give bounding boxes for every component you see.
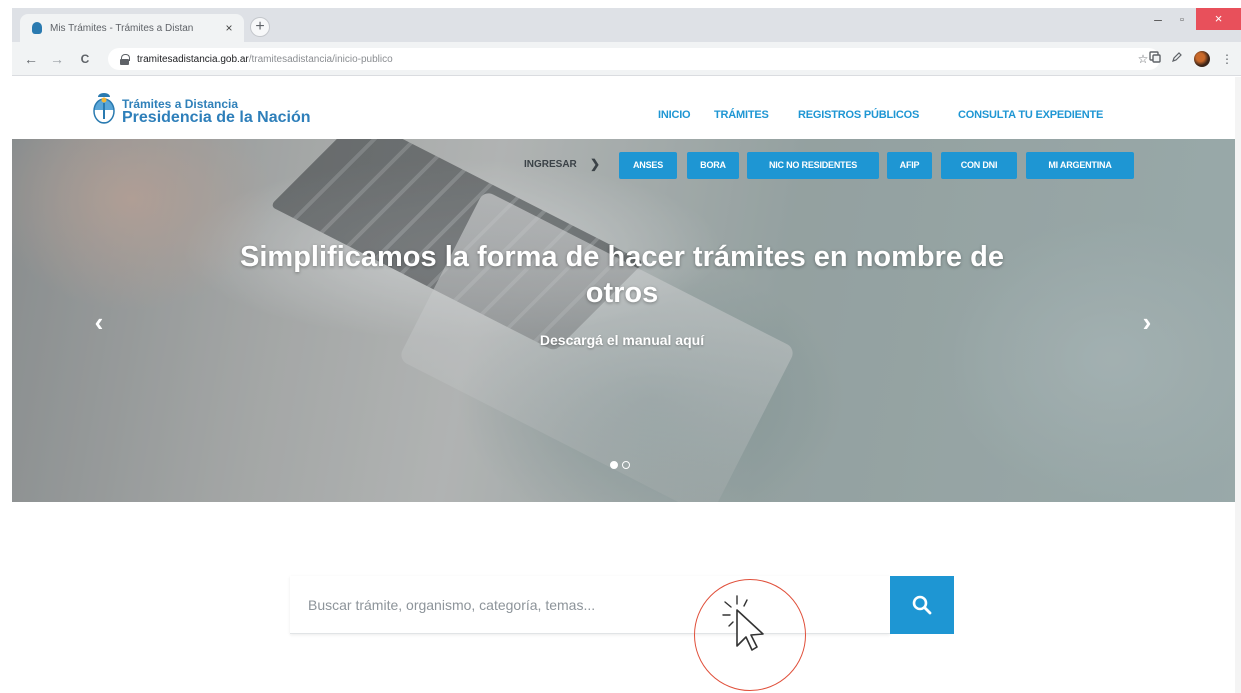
browser-tab[interactable]: Mis Trámites - Trámites a Distan × — [20, 14, 244, 42]
nav-inicio[interactable]: INICIO — [658, 109, 691, 121]
chevron-right-icon: ❯ — [590, 157, 601, 171]
carousel-dot-2[interactable] — [622, 461, 630, 469]
url-host: tramitesadistancia.gob.ar — [137, 53, 249, 65]
reload-icon[interactable]: C — [76, 50, 94, 68]
ingresar-label: INGRESAR — [524, 159, 577, 170]
carousel-prev-icon[interactable]: ‹ — [84, 307, 114, 337]
quick-link-mi-argentina[interactable]: MI ARGENTINA — [1026, 152, 1134, 179]
quick-link-bora[interactable]: BORA — [687, 152, 739, 179]
nav-consulta-expediente[interactable]: CONSULTA TU EXPEDIENTE — [958, 109, 1103, 121]
search-button[interactable] — [890, 576, 954, 634]
browser-window: Mis Trámites - Trámites a Distan × + – ▫… — [12, 8, 1241, 693]
hero-overlay — [12, 139, 1241, 502]
carousel-dot-1[interactable] — [610, 461, 618, 469]
hero-carousel: INGRESAR ❯ ANSES BORA NIC NO RESIDENTES … — [12, 139, 1241, 502]
tab-title: Mis Trámites - Trámites a Distan — [50, 22, 194, 34]
hero-manual-link[interactable]: Descargá el manual aquí — [422, 332, 822, 348]
window-close-button[interactable]: × — [1196, 8, 1241, 30]
quick-link-con-dni[interactable]: CON DNI — [941, 152, 1017, 179]
profile-avatar-icon[interactable] — [1194, 51, 1210, 67]
quick-link-afip[interactable]: AFIP — [887, 152, 932, 179]
page-scrollbar[interactable] — [1235, 77, 1241, 693]
logo-subtitle[interactable]: Presidencia de la Nación — [122, 109, 311, 127]
lock-icon — [120, 53, 130, 65]
site-header: Trámites a Distancia Presidencia de la N… — [12, 77, 1241, 139]
tab-strip: Mis Trámites - Trámites a Distan × + – ▫… — [12, 8, 1241, 42]
window-maximize-button[interactable]: ▫ — [1172, 12, 1192, 30]
back-arrow-icon[interactable]: ← — [22, 50, 40, 68]
nav-registros-publicos[interactable]: REGISTROS PÚBLICOS — [798, 109, 919, 121]
browser-toolbar: ← → C tramitesadistancia.gob.ar /tramite… — [12, 42, 1241, 76]
quick-link-anses[interactable]: ANSES — [619, 152, 677, 179]
url-path: /tramitesadistancia/inicio-publico — [248, 53, 393, 65]
argentina-emblem-icon — [93, 93, 115, 124]
tab-close-icon[interactable]: × — [222, 21, 236, 35]
window-minimize-button[interactable]: – — [1148, 12, 1168, 30]
nav-tramites[interactable]: TRÁMITES — [714, 109, 769, 121]
carousel-next-icon[interactable]: › — [1132, 307, 1162, 337]
hero-title: Simplificamos la forma de hacer trámites… — [240, 241, 1004, 309]
quick-link-nic-no-residentes[interactable]: NIC NO RESIDENTES — [747, 152, 879, 179]
new-tab-button[interactable]: + — [250, 17, 270, 37]
pen-icon[interactable] — [1168, 50, 1186, 68]
extension-icon[interactable] — [1146, 50, 1164, 68]
site-favicon-icon — [32, 22, 42, 34]
search-icon — [912, 595, 932, 615]
mouse-pointer-click-icon — [722, 595, 764, 651]
forward-arrow-icon[interactable]: → — [48, 50, 66, 68]
address-bar[interactable]: tramitesadistancia.gob.ar /tramitesadist… — [108, 48, 1160, 70]
menu-kebab-icon[interactable]: ⋮ — [1218, 50, 1236, 68]
